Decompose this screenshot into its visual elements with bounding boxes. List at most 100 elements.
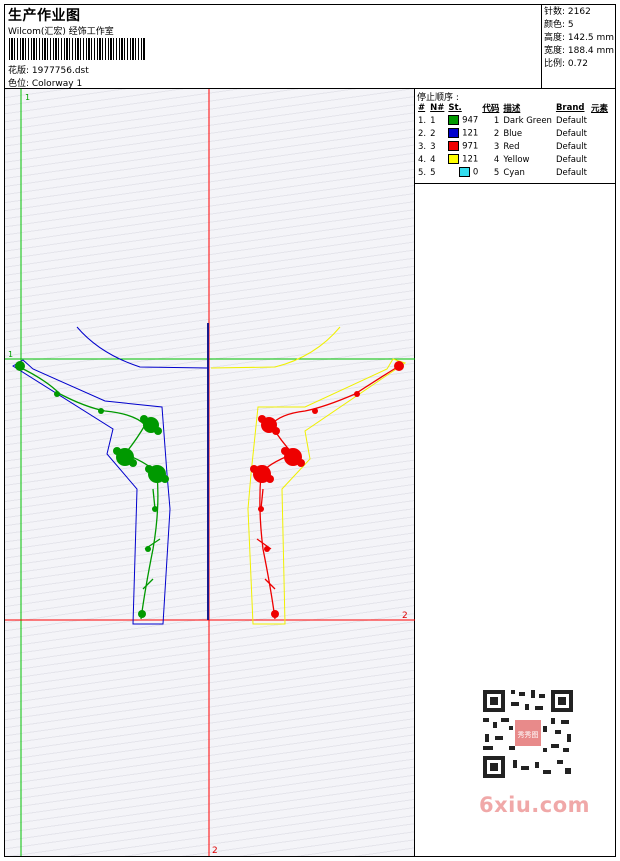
green-vine (16, 365, 161, 620)
cell-desc-wrap: Blue (501, 127, 554, 140)
cell-code-wrap: 3 (480, 140, 501, 153)
qr-code-icon: 秀秀图 (479, 686, 577, 782)
cell-desc: Dark Green (503, 115, 552, 126)
cell-n-wrap: 4 (428, 153, 446, 166)
stat-colors: 颜色: 5 (544, 20, 574, 30)
color-swatch (448, 141, 460, 152)
production-worksheet: 生产作业图 Wilcom(汇宏) 经饰工作室 花版: 1977756.dst 色… (4, 4, 616, 857)
cell-desc-wrap: Yellow (501, 153, 554, 166)
cell-code: 5 (493, 167, 500, 178)
cell-idx: 5. (418, 167, 427, 178)
col-desc: 描述 (503, 103, 521, 114)
stat-height: 高度: 142.5 mm (544, 33, 615, 43)
cell-code-wrap: 1 (480, 114, 501, 127)
col-code: 代码 (482, 103, 500, 114)
color-table: # N# St. 代码 描述 Brand 元素 1. 1 947 1 Dark Gre… (416, 101, 610, 179)
cell-desc-wrap: Red (501, 140, 554, 153)
embroidery-preview: 1 1 2 2 (5, 89, 415, 856)
cell-code: 3 (493, 141, 500, 152)
colorway: 色位: Colorway 1 (8, 79, 83, 89)
watermark: 秀秀图 6xiu.com (471, 681, 591, 821)
color-swatch (459, 167, 471, 178)
cell-brand-wrap: Default (554, 127, 589, 140)
cell-idx: 3. (418, 141, 427, 152)
cell-n: 5 (430, 167, 436, 178)
yellow-outline (247, 358, 407, 625)
company-name: Wilcom(汇宏) 经饰工作室 (8, 27, 114, 37)
cell-desc: Cyan (503, 167, 525, 178)
marker-2-bottom: 2 (212, 846, 218, 856)
stat-stitches: 针数: 2162 (544, 7, 591, 17)
header-info: 生产作业图 Wilcom(汇宏) 经饰工作室 花版: 1977756.dst 色… (5, 5, 542, 89)
color-table-row: 4. 4 121 4 Yellow Default (416, 153, 610, 166)
cell-idx-wrap: 5. (416, 166, 428, 179)
col-st: St. (448, 102, 462, 113)
color-table-row: 3. 3 971 3 Red Default (416, 140, 610, 153)
cell-desc: Blue (503, 128, 523, 139)
cell-code-wrap: 5 (480, 166, 501, 179)
cell-idx: 4. (418, 154, 427, 165)
cell-idx: 1. (418, 115, 427, 126)
red-flowers (250, 361, 404, 618)
col-idx: # (418, 102, 426, 113)
color-table-row: 5. 5 0 5 Cyan Default (416, 166, 610, 179)
cell-st-wrap: 971 (446, 140, 480, 153)
cell-code-wrap: 2 (480, 127, 501, 140)
cell-desc-wrap: Cyan (501, 166, 554, 179)
cell-desc-wrap: Dark Green (501, 114, 554, 127)
cell-n: 3 (430, 141, 436, 152)
cell-st-wrap: 121 (446, 153, 480, 166)
color-table-header: # N# St. 代码 描述 Brand 元素 (416, 101, 610, 114)
cell-desc: Yellow (503, 154, 530, 165)
cell-n: 4 (430, 154, 436, 165)
color-swatch (448, 154, 460, 165)
cell-idx: 2. (418, 128, 427, 139)
cell-code: 2 (493, 128, 500, 139)
color-table-row: 1. 1 947 1 Dark Green Default (416, 114, 610, 127)
cell-st-wrap: 947 (446, 114, 480, 127)
green-flowers (15, 361, 169, 618)
col-element: 元素 (591, 103, 609, 114)
stat-scale: 比例: 0.72 (544, 59, 588, 69)
cell-st: 121 (462, 128, 479, 139)
col-n: N# (430, 102, 445, 113)
cell-st-wrap: 0 (446, 166, 480, 179)
cell-n: 2 (430, 128, 436, 139)
col-brand: Brand (555, 102, 585, 113)
cell-st: 971 (462, 141, 479, 152)
red-vine (256, 365, 400, 620)
cell-st: 947 (462, 115, 479, 126)
cell-brand-wrap: Default (554, 114, 589, 127)
color-swatch (448, 128, 460, 139)
cell-brand: Default (555, 115, 588, 126)
marker-2-right: 2 (402, 611, 408, 621)
blue-neckline (76, 326, 209, 369)
stat-width: 宽度: 188.4 mm (544, 46, 615, 56)
cell-n: 1 (430, 115, 436, 126)
design-file: 花版: 1977756.dst (8, 66, 89, 76)
color-table-row: 2. 2 121 2 Blue Default (416, 127, 610, 140)
marker-1-top: 1 (25, 93, 30, 102)
cell-n-wrap: 5 (428, 166, 446, 179)
cell-st: 121 (462, 154, 479, 165)
cell-brand: Default (555, 128, 588, 139)
marker-1-left: 1 (8, 350, 13, 359)
cell-st-wrap: 121 (446, 127, 480, 140)
cell-desc: Red (503, 141, 520, 152)
cell-n-wrap: 3 (428, 140, 446, 153)
design-stats: 针数: 2162 颜色: 5 高度: 142.5 mm 宽度: 188.4 mm… (542, 5, 615, 89)
watermark-text: 6xiu.com (479, 793, 591, 817)
cell-brand-wrap: Default (554, 140, 589, 153)
page-title: 生产作业图 (8, 8, 81, 24)
cell-brand: Default (555, 167, 588, 178)
cell-st: 0 (472, 167, 479, 178)
cell-code-wrap: 4 (480, 153, 501, 166)
cell-brand-wrap: Default (554, 166, 589, 179)
cell-code: 4 (493, 154, 500, 165)
cell-n-wrap: 1 (428, 114, 446, 127)
cell-n-wrap: 2 (428, 127, 446, 140)
cell-idx-wrap: 2. (416, 127, 428, 140)
qr-stamp: 秀秀图 (518, 730, 539, 739)
stop-sequence: 停止顺序 : # N# St. 代码 描述 Brand 元素 1. 1 947 1 D… (415, 89, 615, 184)
barcode-icon (9, 38, 145, 60)
